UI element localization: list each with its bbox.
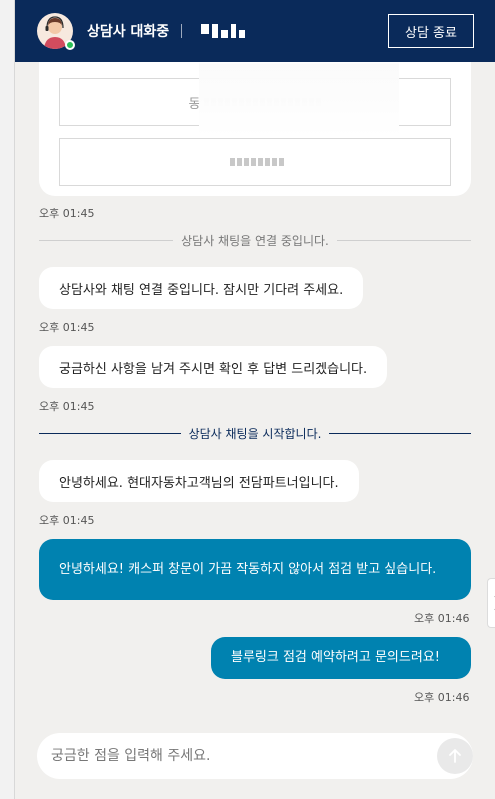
chat-header: 상담사 대화중 상담 종료 [15,0,495,62]
timestamp: 오후 01:45 [39,400,95,413]
system-message-text: 상담사 채팅을 시작합니다. [188,426,322,441]
timestamp: 오후 01:46 [414,612,470,625]
redacted-agent-name [201,24,245,38]
divider [39,432,181,434]
agent-message-text: 안녕하세요. 현대자동차고객님의 전담파트너입니다. [59,475,339,491]
message-input[interactable] [51,733,421,779]
header-title: 상담사 대화중 [87,24,170,40]
timestamp: 오후 01:46 [414,691,470,704]
chat-window: 동 오후 01:45 상담사 채팅을 연결 중입니다. 상담사와 채팅 연결 중… [14,0,495,799]
user-message-text: 안녕하세요! 캐스퍼 창문이 가끔 작동하지 않아서 점검 받고 싶습니다. [59,561,437,577]
user-message: 블루링크 점검 예약하려고 문의드려요! [211,637,471,679]
system-message-started: 상담사 채팅을 시작합니다. [39,425,472,441]
agent-message-text: 상담사와 채팅 연결 중입니다. 잠시만 기다려 주세요. [59,282,344,298]
agent-message: 상담사와 채팅 연결 중입니다. 잠시만 기다려 주세요. [39,267,364,309]
timestamp: 오후 01:45 [39,514,95,527]
divider [336,239,471,241]
online-status-dot [65,40,75,50]
header-divider [181,24,182,38]
send-button[interactable] [437,738,473,774]
agent-message: 안녕하세요. 현대자동차고객님의 전담파트너입니다. [39,460,359,502]
user-message: 안녕하세요! 캐스퍼 창문이 가끔 작동하지 않아서 점검 받고 싶습니다. [39,539,471,600]
system-message-text: 상담사 채팅을 연결 중입니다. [181,233,329,248]
arrow-up-icon [449,749,461,763]
agent-message-text: 궁금하신 사항을 남겨 주시면 확인 후 답변 드리겠습니다. [59,361,368,377]
agent-message: 궁금하신 사항을 남겨 주시면 확인 후 답변 드리겠습니다. [39,346,388,388]
user-message-text: 블루링크 점검 예약하려고 문의드려요! [231,650,440,665]
divider [329,432,472,434]
side-collapse-tab[interactable] [487,578,495,628]
system-message-connecting: 상담사 채팅을 연결 중입니다. [39,232,471,248]
timestamp: 오후 01:45 [39,207,95,220]
divider [39,239,174,241]
message-input-bar [37,733,473,779]
option-button-2[interactable] [59,138,451,186]
timestamp: 오후 01:45 [39,321,95,334]
end-chat-button[interactable]: 상담 종료 [388,14,474,48]
redacted-text [230,158,284,166]
